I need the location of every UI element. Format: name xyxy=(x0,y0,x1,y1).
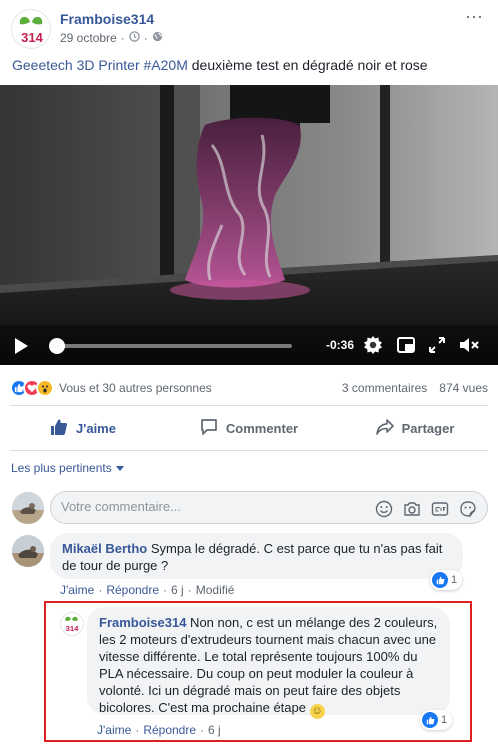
reply-author-avatar[interactable]: 314 xyxy=(60,612,84,636)
post-actions: J'aime Commenter Partager xyxy=(0,411,498,445)
time-remaining: -0:36 xyxy=(326,338,355,352)
meta-separator: · xyxy=(120,31,125,45)
play-icon[interactable] xyxy=(13,337,29,355)
share-button-label: Partager xyxy=(401,420,455,436)
comment-like-count[interactable]: 1 xyxy=(430,570,463,590)
globe-icon xyxy=(152,31,163,45)
reply-like-link[interactable]: J'aime xyxy=(97,723,131,737)
share-button[interactable]: Partager xyxy=(332,411,498,445)
reply-text: Non non, c est un mélange des 2 couleurs… xyxy=(99,615,438,715)
volume-muted-icon[interactable] xyxy=(458,335,479,355)
reactions-bar: Vous et 30 autres personnes 3 commentair… xyxy=(10,378,488,398)
more-options-button[interactable]: ··· xyxy=(464,7,484,30)
comment-age[interactable]: 6 j xyxy=(171,583,184,597)
reply-like-badge-icon xyxy=(422,712,438,728)
svg-text:314: 314 xyxy=(66,624,80,633)
wow-reaction-icon xyxy=(36,379,54,397)
video-progress-bar[interactable] xyxy=(48,338,292,354)
comment-bubble: Mikaël Bertho Sympa le dégradé. C est pa… xyxy=(50,533,463,579)
reply-action-sep: · xyxy=(135,723,140,737)
camera-icon[interactable] xyxy=(403,500,421,518)
video-frame xyxy=(0,85,498,365)
post-tag-link[interactable]: Geeetech 3D Printer #A20M xyxy=(12,57,188,73)
reactions-summary[interactable]: Vous et 30 autres personnes xyxy=(59,381,212,395)
progress-handle[interactable] xyxy=(48,338,65,354)
sticker-icon[interactable] xyxy=(459,500,477,518)
emoji-icon[interactable] xyxy=(375,500,393,518)
post-date[interactable]: 29 octobre xyxy=(60,31,117,45)
divider-bottom xyxy=(10,450,488,451)
commenter-avatar[interactable] xyxy=(12,535,44,567)
like-button-label: J'aime xyxy=(76,420,116,436)
reply-bubble: Framboise314 Non non, c est un mélange d… xyxy=(87,607,450,719)
comment-action-sep-3: · xyxy=(187,583,192,597)
comment-action-sep-2: · xyxy=(163,583,168,597)
post-text: Geeetech 3D Printer #A20M deuxième test … xyxy=(12,57,428,73)
comment-action-sep: · xyxy=(98,583,103,597)
comment-like-link[interactable]: J'aime xyxy=(60,583,94,597)
current-user-avatar[interactable] xyxy=(12,492,44,524)
caret-down-icon xyxy=(115,465,124,471)
like-badge-icon xyxy=(432,572,448,588)
reply-author[interactable]: Framboise314 xyxy=(99,615,186,630)
comments-filter[interactable]: Les plus pertinents xyxy=(11,461,124,475)
comment-button-label: Commenter xyxy=(225,420,299,436)
comment-icon xyxy=(200,418,218,439)
comment-input[interactable] xyxy=(61,499,361,514)
divider-top xyxy=(10,405,488,406)
gif-icon[interactable] xyxy=(431,500,449,518)
post-text-rest: deuxième test en dégradé noir et rose xyxy=(187,57,428,73)
post-header: 314 Framboise314 29 octobre · · ··· xyxy=(0,0,498,50)
like-button[interactable]: J'aime xyxy=(0,411,166,445)
post-meta: 29 octobre · · xyxy=(60,31,163,45)
comment-reply-link[interactable]: Répondre xyxy=(106,583,159,597)
comment-actions: J'aime · Répondre · 6 j · Modifié xyxy=(60,583,234,597)
reply-reply-link[interactable]: Répondre xyxy=(143,723,196,737)
comment-edited[interactable]: Modifié xyxy=(196,583,235,597)
video-controls: -0:36 xyxy=(0,325,498,365)
clock-icon xyxy=(128,31,140,45)
page-avatar[interactable]: 314 xyxy=(11,9,51,49)
comment-composer xyxy=(50,491,488,524)
logo-mark: 314 xyxy=(21,30,43,45)
page-name-link[interactable]: Framboise314 xyxy=(60,11,154,27)
reaction-icons[interactable] xyxy=(10,379,54,397)
video-player[interactable]: -0:36 xyxy=(0,85,498,365)
share-icon xyxy=(375,418,394,439)
thumbs-up-icon xyxy=(50,418,68,439)
reply-like-count[interactable]: 1 xyxy=(420,710,453,730)
comment-button[interactable]: Commenter xyxy=(166,411,332,445)
fullscreen-icon[interactable] xyxy=(427,335,447,355)
reply-actions: J'aime · Répondre · 6 j xyxy=(97,723,221,737)
comment-author[interactable]: Mikaël Bertho xyxy=(62,541,147,556)
picture-in-picture-icon[interactable] xyxy=(396,335,416,355)
comments-count[interactable]: 3 commentaires xyxy=(342,381,427,395)
reply-like-number: 1 xyxy=(441,714,448,726)
comments-filter-label: Les plus pertinents xyxy=(11,461,112,475)
meta-separator-2: · xyxy=(143,31,148,45)
smile-emoji-icon: ☺ xyxy=(309,704,325,719)
reply-age[interactable]: 6 j xyxy=(208,723,221,737)
reply-action-sep-2: · xyxy=(200,723,205,737)
views-count: 874 vues xyxy=(439,381,488,395)
settings-icon[interactable] xyxy=(363,335,383,355)
comment-like-number: 1 xyxy=(451,574,458,586)
post-stats: 3 commentaires 874 vues xyxy=(342,381,488,395)
